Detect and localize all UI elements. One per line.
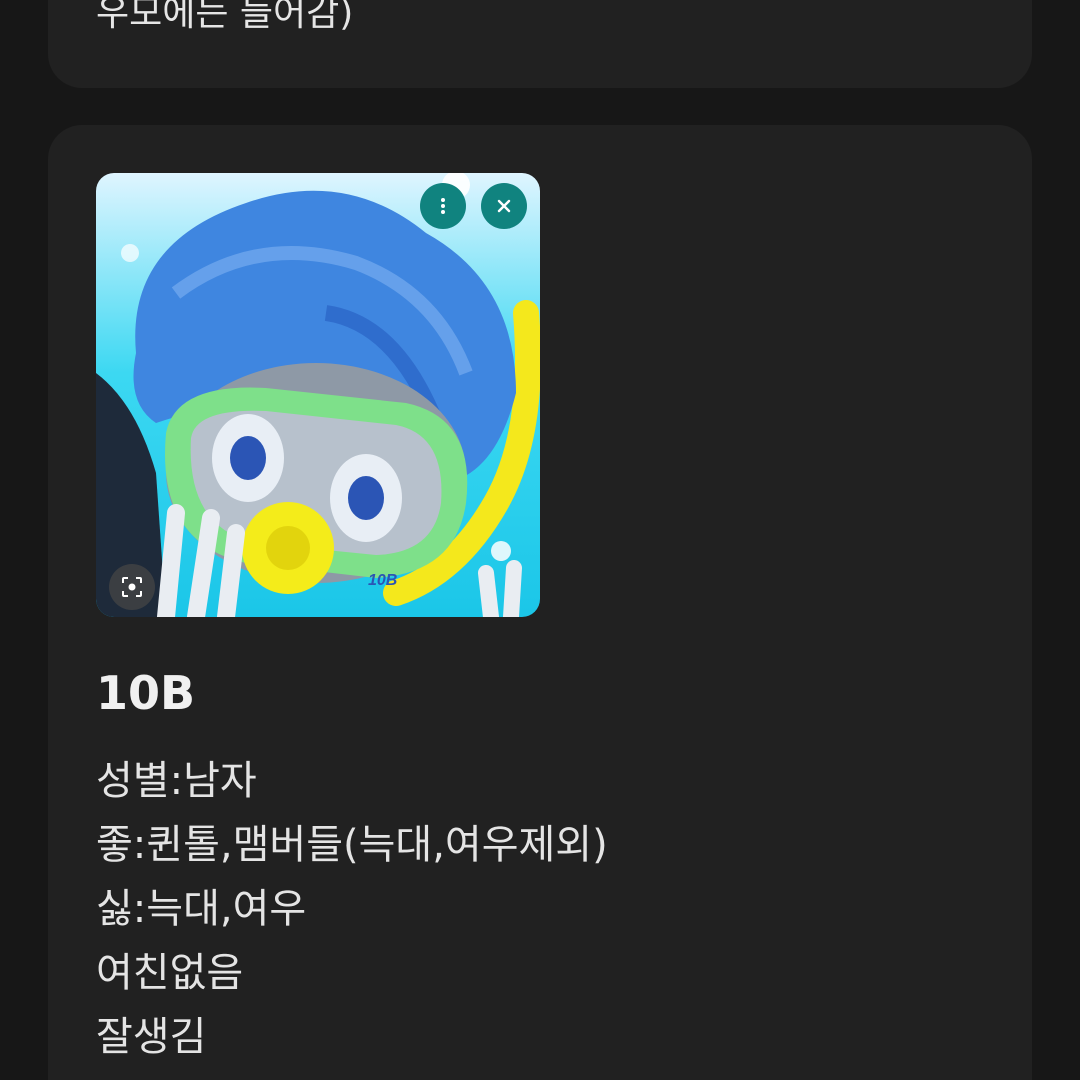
character-illustration: 10B (96, 173, 540, 617)
more-vert-icon (441, 198, 445, 214)
previous-card: 우모에는 들어감) (48, 0, 1032, 88)
previous-card-text: 우모에는 들어감) (96, 0, 354, 34)
description-line-gender: 성별:남자 (96, 758, 257, 804)
post-description: 성별:남자 좋:퀸톨,맴버들(늑대,여우제외) 싫:늑대,여우 여친없음 잘생김 (96, 749, 608, 1069)
image-badge-text: 10B (368, 572, 397, 589)
description-line-girlfriend: 여친없음 (96, 950, 244, 996)
image-lens-button[interactable] (109, 564, 155, 610)
post-card: 10B 10B 성별:남자 좋:퀸톨,맴버들(늑대,여우제외) 싫:늑대,여우 … (48, 125, 1032, 1080)
description-line-looks: 잘생김 (96, 1014, 207, 1060)
image-more-button[interactable] (420, 183, 466, 229)
post-title: 10B (96, 666, 196, 720)
description-line-dislikes: 싫:늑대,여우 (96, 886, 307, 932)
description-line-likes: 좋:퀸톨,맴버들(늑대,여우제외) (96, 822, 608, 868)
image-close-button[interactable] (481, 183, 527, 229)
close-icon (497, 199, 511, 213)
lens-scan-icon (122, 577, 142, 597)
screen: 우모에는 들어감) 10B 10B 성별:남자 좋:퀸톨,맴버들(늑대,여우제외… (0, 0, 1080, 1080)
post-image[interactable]: 10B (96, 173, 540, 617)
